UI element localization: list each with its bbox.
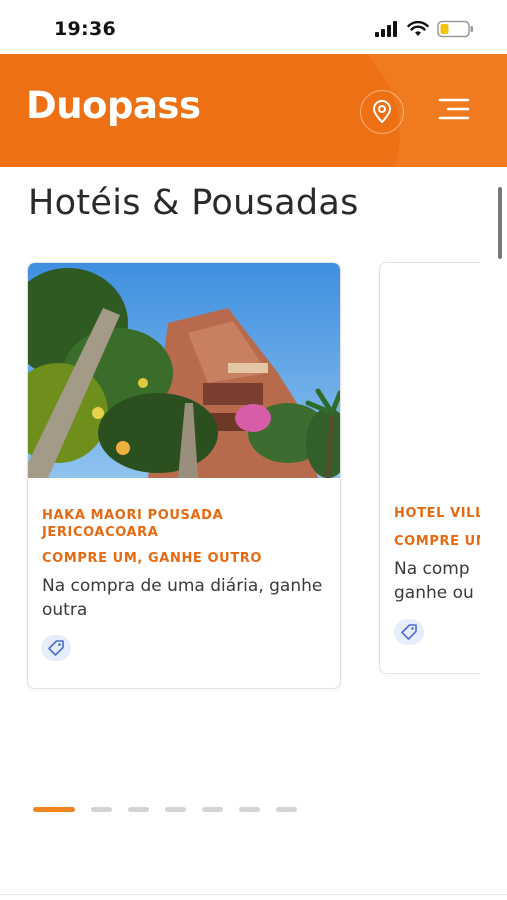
pagination-dot[interactable]	[91, 807, 112, 812]
status-bar: 19:36	[0, 0, 507, 54]
offer-title: COMPRE UM, GANHE OUTRO	[42, 551, 263, 566]
pagination-dot[interactable]	[33, 807, 75, 812]
wifi-icon	[407, 21, 429, 36]
app-header: Duopass	[0, 54, 507, 167]
hotel-card[interactable]: HOTEL VILL COMPRE UM Na comp ganhe ou	[379, 262, 480, 674]
scrollbar[interactable]	[498, 187, 502, 259]
offer-title: COMPRE UM	[394, 534, 480, 549]
hotel-name: HAKA MAORI POUSADA JERICOACOARA	[42, 508, 224, 540]
hotel-photo	[28, 263, 340, 478]
battery-icon	[437, 20, 473, 38]
pagination-dot[interactable]	[276, 807, 297, 812]
location-pin-icon	[373, 100, 391, 123]
hamburger-menu-icon	[438, 98, 470, 120]
divider	[0, 894, 507, 895]
offer-description: Na comp ganhe ou	[394, 559, 474, 603]
tag-badge	[41, 635, 71, 661]
hotel-card[interactable]: HAKA MAORI POUSADA JERICOACOARA COMPRE U…	[27, 262, 341, 689]
hotel-name: HOTEL VILL	[394, 506, 480, 521]
tag-icon	[48, 640, 64, 656]
pagination-dot[interactable]	[128, 807, 149, 812]
hotel-carousel[interactable]: HAKA MAORI POUSADA JERICOACOARA COMPRE U…	[0, 260, 480, 700]
hotel-card-body: HAKA MAORI POUSADA JERICOACOARA COMPRE U…	[42, 507, 328, 622]
pagination-dot[interactable]	[239, 807, 260, 812]
signal-icon	[375, 21, 397, 37]
carousel-pagination	[33, 807, 297, 812]
status-icons	[375, 20, 475, 38]
pagination-dot[interactable]	[165, 807, 186, 812]
location-button[interactable]	[360, 90, 404, 134]
tag-icon	[401, 624, 417, 640]
section-title: Hotéis & Pousadas	[28, 183, 359, 223]
menu-button[interactable]	[437, 94, 471, 124]
offer-description: Na compra de uma diária, ganhe outra	[42, 576, 323, 620]
pagination-dot[interactable]	[202, 807, 223, 812]
status-time: 19:36	[54, 18, 116, 40]
hotel-card-body: HOTEL VILL COMPRE UM Na comp ganhe ou	[394, 505, 480, 605]
tag-badge	[394, 619, 424, 645]
app-logo[interactable]: Duopass	[26, 84, 201, 127]
